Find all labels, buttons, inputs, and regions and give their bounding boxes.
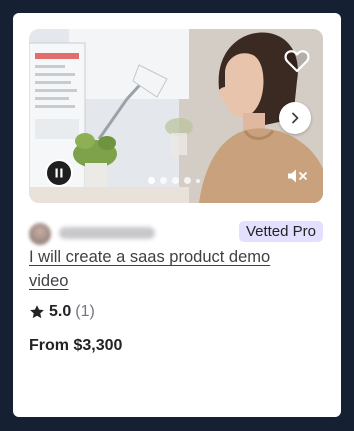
gig-price: From $3,300 (29, 337, 123, 354)
gig-title-link[interactable]: I will create a saas product demo video (29, 245, 309, 293)
seller-avatar[interactable] (29, 223, 51, 245)
heart-outline-icon (284, 50, 310, 73)
carousel-dot[interactable] (160, 177, 167, 184)
carousel-dot[interactable] (184, 177, 191, 184)
rating: 5.0 (1) (29, 303, 95, 321)
carousel-indicators (148, 177, 200, 184)
carousel-dot[interactable] (196, 178, 200, 183)
favorite-button[interactable] (279, 43, 315, 79)
speaker-muted-icon (288, 169, 307, 183)
gig-media-carousel[interactable] (29, 29, 323, 203)
pause-icon (55, 168, 63, 178)
rating-count: (1) (75, 303, 95, 320)
star-icon (30, 305, 44, 319)
pause-video-button[interactable] (45, 159, 73, 187)
seller-row: Vetted Pro (29, 221, 323, 245)
chevron-right-icon (292, 112, 299, 124)
rating-score: 5.0 (49, 303, 72, 320)
seller-name-blurred[interactable] (59, 227, 155, 239)
gig-card[interactable]: Vetted Pro I will create a saas product … (13, 13, 341, 417)
mute-toggle-button[interactable] (287, 166, 309, 186)
vetted-pro-badge: Vetted Pro (238, 221, 323, 242)
next-slide-button[interactable] (279, 102, 311, 134)
carousel-dot[interactable] (148, 177, 155, 184)
carousel-dot[interactable] (172, 177, 179, 184)
